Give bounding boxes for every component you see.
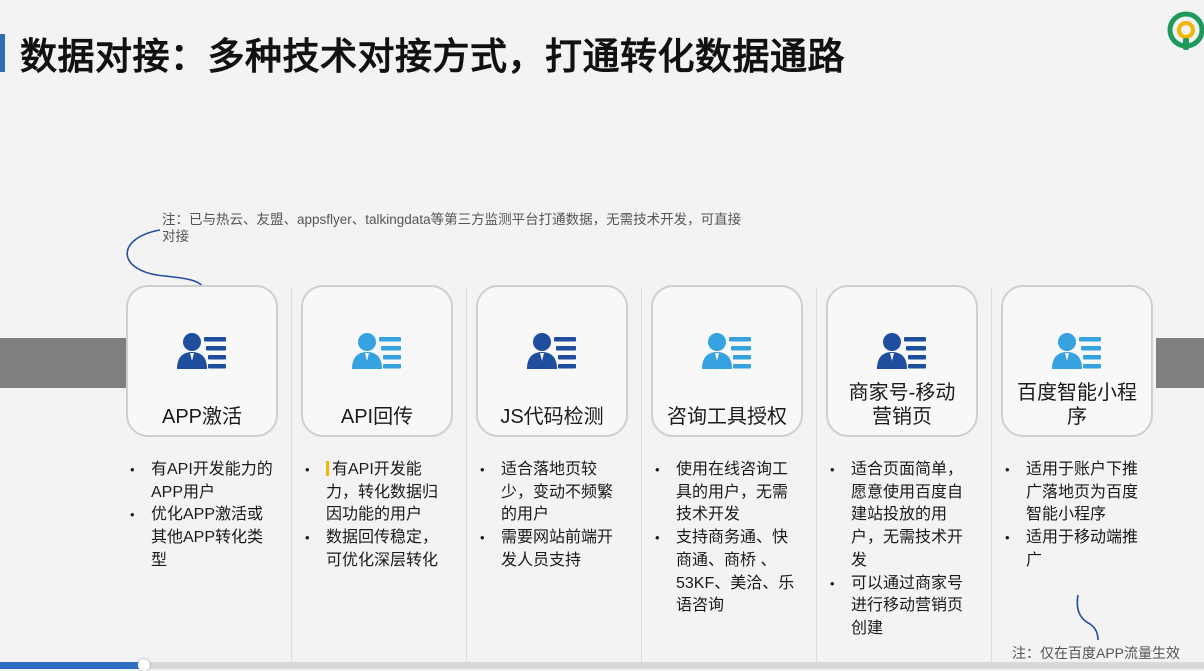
bullet-list-mini-program: 适用于账户下推广落地页为百度智能小程序 适用于移动端推广 [1001, 459, 1145, 573]
text-cursor [326, 461, 329, 476]
list-item: 需要网站前端开发人员支持 [476, 527, 628, 572]
gray-band-left [0, 338, 126, 388]
list-item: 适合落地页较少，变动不频繁的用户 [476, 459, 628, 527]
progress-handle[interactable] [138, 659, 151, 671]
user-list-icon [1052, 333, 1101, 369]
note-connector-top [126, 229, 203, 287]
card-label: 商家号-移动营销页 [848, 382, 956, 428]
column-divider [466, 288, 467, 669]
card-mini-program: 百度智能小程序 [1001, 285, 1153, 437]
column-divider [816, 288, 817, 669]
note-connector-bottom [1076, 594, 1099, 641]
user-list-icon [877, 333, 926, 369]
card-app-activation: APP激活 [126, 285, 278, 437]
card-label: 咨询工具授权 [667, 406, 787, 428]
user-list-icon [177, 333, 226, 369]
column-divider [991, 288, 992, 669]
column-divider [291, 288, 292, 669]
card-label: API回传 [340, 406, 414, 428]
card-label: APP激活 [161, 406, 243, 428]
card-label: JS代码检测 [500, 406, 604, 428]
list-item: 可以通过商家号进行移动营销页创建 [826, 573, 972, 641]
list-item: 优化APP激活或其他APP转化类型 [126, 504, 278, 572]
brand-logo-icon [1167, 11, 1204, 50]
bullet-list-app-activation: 有API开发能力的APP用户 优化APP激活或其他APP转化类型 [126, 459, 278, 573]
top-note: 注：已与热云、友盟、appsflyer、talkingdata等第三方监测平台打… [162, 212, 742, 244]
title-accent-bar [0, 34, 5, 72]
user-list-icon [527, 333, 576, 369]
list-item: 有API开发能力，转化数据归因功能的用户 [301, 459, 445, 527]
list-item-text: 有API开发能力，转化数据归因功能的用户 [326, 461, 439, 524]
list-item: 支持商务通、快商通、商桥 、53KF、美洽、乐语咨询 [651, 527, 799, 618]
gray-band-right [1156, 338, 1204, 388]
playback-progress-bar[interactable] [0, 659, 1204, 671]
page-title: 数据对接：多种技术对接方式，打通转化数据通路 [20, 35, 845, 78]
column-divider [641, 288, 642, 669]
card-api-callback: API回传 [301, 285, 453, 437]
bottom-note: 注：仅在百度APP流量生效 [1012, 645, 1181, 661]
bullet-list-merchant-page: 适合页面简单，愿意使用百度自建站投放的用户，无需技术开发 可以通过商家号进行移动… [826, 459, 972, 641]
list-item: 使用在线咨询工具的用户，无需技术开发 [651, 459, 799, 527]
card-consult-tool: 咨询工具授权 [651, 285, 803, 437]
bullet-list-api-callback: 有API开发能力，转化数据归因功能的用户 数据回传稳定，可优化深层转化 [301, 459, 445, 573]
progress-fill [0, 662, 145, 669]
card-label: 百度智能小程序 [1017, 382, 1137, 428]
user-list-icon [352, 333, 401, 369]
list-item: 适用于移动端推广 [1001, 527, 1145, 572]
list-item: 有API开发能力的APP用户 [126, 459, 278, 504]
list-item: 数据回传稳定，可优化深层转化 [301, 527, 445, 572]
card-js-code: JS代码检测 [476, 285, 628, 437]
bullet-list-consult-tool: 使用在线咨询工具的用户，无需技术开发 支持商务通、快商通、商桥 、53KF、美洽… [651, 459, 799, 618]
card-merchant-page: 商家号-移动营销页 [826, 285, 978, 437]
list-item: 适用于账户下推广落地页为百度智能小程序 [1001, 459, 1145, 527]
user-list-icon [702, 333, 751, 369]
list-item: 适合页面简单，愿意使用百度自建站投放的用户，无需技术开发 [826, 459, 972, 573]
bullet-list-js-code: 适合落地页较少，变动不频繁的用户 需要网站前端开发人员支持 [476, 459, 628, 573]
